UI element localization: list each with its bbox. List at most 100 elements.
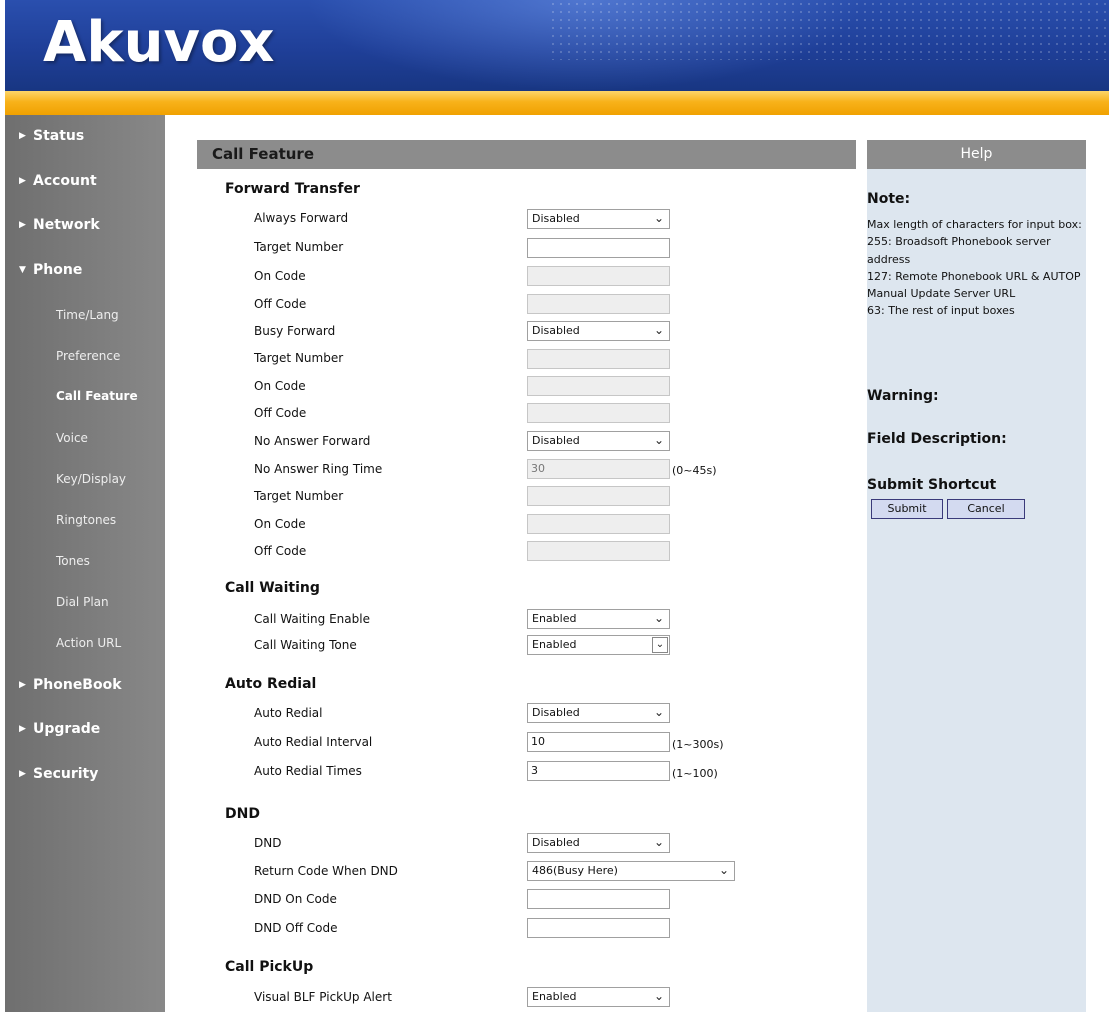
- bf-on-code-input: [527, 376, 670, 396]
- sidebar-subitem-key-display[interactable]: Key/Display: [56, 472, 126, 486]
- sidebar-item-label: Account: [33, 173, 97, 189]
- select-value: Disabled: [532, 324, 580, 337]
- select-value: Enabled: [532, 990, 577, 1003]
- auto-redial-interval-hint: (1~300s): [672, 738, 724, 751]
- sidebar-subitem-ringtones[interactable]: Ringtones: [56, 513, 116, 527]
- af-on-code-label: On Code: [254, 269, 306, 283]
- help-note-text: Max length of characters for input box: …: [867, 216, 1084, 320]
- sidebar-subitem-preference[interactable]: Preference: [56, 349, 120, 363]
- no-answer-forward-select[interactable]: Disabled ⌄: [527, 431, 670, 451]
- no-answer-ring-time-hint: (0~45s): [672, 464, 717, 477]
- sidebar-subitem-time-lang[interactable]: Time/Lang: [56, 308, 119, 322]
- section-auto-redial: Auto Redial: [225, 676, 317, 692]
- select-value: Disabled: [532, 836, 580, 849]
- af-target-number-input[interactable]: [527, 238, 670, 258]
- na-on-code-label: On Code: [254, 517, 306, 531]
- akuvox-logo: Akuvox: [43, 10, 275, 75]
- auto-redial-times-hint: (1~100): [672, 767, 718, 780]
- auto-redial-select[interactable]: Disabled ⌄: [527, 703, 670, 723]
- help-title: Help: [960, 146, 993, 162]
- select-value: Disabled: [532, 434, 580, 447]
- header-banner: Akuvox: [5, 0, 1109, 91]
- triangle-right-icon: ▶: [19, 176, 26, 186]
- busy-forward-select[interactable]: Disabled ⌄: [527, 321, 670, 341]
- no-answer-forward-label: No Answer Forward: [254, 434, 371, 448]
- dnd-off-code-label: DND Off Code: [254, 921, 338, 935]
- auto-redial-interval-label: Auto Redial Interval: [254, 735, 373, 749]
- na-target-number-label: Target Number: [254, 489, 344, 503]
- dnd-label: DND: [254, 836, 282, 850]
- always-forward-select[interactable]: Disabled ⌄: [527, 209, 670, 229]
- chevron-down-icon: ⌄: [653, 211, 664, 225]
- sidebar-item-label: Status: [33, 128, 85, 144]
- page-title: Call Feature: [212, 145, 314, 163]
- dnd-select[interactable]: Disabled ⌄: [527, 833, 670, 853]
- section-forward-transfer: Forward Transfer: [225, 181, 360, 197]
- help-field-description-heading: Field Description:: [867, 431, 1007, 447]
- sidebar-item-label: Upgrade: [33, 721, 101, 737]
- call-waiting-tone-select[interactable]: Enabled ⌄: [527, 635, 670, 655]
- sidebar: ▶ Status ▶ Account ▶ Network ▼ Phone Time/La…: [5, 115, 165, 1012]
- call-waiting-tone-label: Call Waiting Tone: [254, 638, 357, 652]
- chevron-down-icon: ⌄: [653, 611, 664, 625]
- section-call-pickup: Call PickUp: [225, 959, 314, 975]
- select-value: Enabled: [532, 638, 577, 651]
- chevron-down-icon: ⌄: [653, 323, 664, 337]
- na-on-code-input: [527, 514, 670, 534]
- triangle-right-icon: ▶: [19, 769, 26, 779]
- sidebar-subitem-call-feature[interactable]: Call Feature: [56, 389, 138, 403]
- sidebar-item-upgrade[interactable]: ▶ Upgrade: [19, 721, 100, 737]
- sidebar-item-label: Network: [33, 217, 100, 233]
- help-note-line: 127: Remote Phonebook URL & AUTOP Manual…: [867, 269, 1081, 301]
- sidebar-item-network[interactable]: ▶ Network: [19, 217, 100, 233]
- return-code-when-dnd-select[interactable]: 486(Busy Here) ⌄: [527, 861, 735, 881]
- chevron-down-icon: ⌄: [653, 835, 664, 849]
- select-value: 486(Busy Here): [532, 864, 618, 877]
- help-note-line: 63: The rest of input boxes: [867, 304, 1015, 318]
- auto-redial-interval-input[interactable]: 10: [527, 732, 670, 752]
- dnd-on-code-input[interactable]: [527, 889, 670, 909]
- triangle-right-icon: ▶: [19, 220, 26, 230]
- chevron-down-icon: ⌄: [718, 863, 729, 877]
- af-off-code-input: [527, 294, 670, 314]
- triangle-down-icon: ▼: [19, 265, 26, 275]
- visual-blf-pickup-alert-select[interactable]: Enabled ⌄: [527, 987, 670, 1007]
- help-title-bar: Help: [867, 140, 1086, 169]
- sidebar-subitem-dial-plan[interactable]: Dial Plan: [56, 595, 109, 609]
- triangle-right-icon: ▶: [19, 131, 26, 141]
- dnd-off-code-input[interactable]: [527, 918, 670, 938]
- bf-on-code-label: On Code: [254, 379, 306, 393]
- chevron-down-icon: ⌄: [653, 705, 664, 719]
- always-forward-label: Always Forward: [254, 211, 349, 225]
- call-waiting-enable-select[interactable]: Enabled ⌄: [527, 609, 670, 629]
- sidebar-item-account[interactable]: ▶ Account: [19, 173, 97, 189]
- chevron-down-icon: ⌄: [652, 637, 668, 653]
- auto-redial-times-input[interactable]: 3: [527, 761, 670, 781]
- sidebar-item-phone[interactable]: ▼ Phone: [19, 262, 82, 278]
- sidebar-item-status[interactable]: ▶ Status: [19, 128, 84, 144]
- help-note-line: Max length of characters for input box:: [867, 218, 1082, 231]
- sidebar-subitem-voice[interactable]: Voice: [56, 431, 88, 445]
- sidebar-item-label: Security: [33, 766, 99, 782]
- sidebar-item-phonebook[interactable]: ▶ PhoneBook: [19, 677, 122, 693]
- sidebar-subitem-tones[interactable]: Tones: [56, 554, 90, 568]
- help-note-heading: Note:: [867, 191, 911, 207]
- sidebar-subitem-action-url[interactable]: Action URL: [56, 636, 121, 650]
- na-target-number-input: [527, 486, 670, 506]
- cancel-button[interactable]: Cancel: [947, 499, 1025, 519]
- af-on-code-input: [527, 266, 670, 286]
- visual-blf-pickup-alert-label: Visual BLF PickUp Alert: [254, 990, 392, 1004]
- submit-button[interactable]: Submit: [871, 499, 943, 519]
- af-target-number-label: Target Number: [254, 240, 344, 254]
- no-answer-ring-time-label: No Answer Ring Time: [254, 462, 383, 476]
- bf-target-number-label: Target Number: [254, 351, 344, 365]
- auto-redial-times-label: Auto Redial Times: [254, 764, 362, 778]
- na-off-code-label: Off Code: [254, 544, 307, 558]
- sidebar-item-label: Phone: [33, 262, 83, 278]
- sidebar-item-security[interactable]: ▶ Security: [19, 766, 98, 782]
- help-note-line: 255: Broadsoft Phonebook server address: [867, 235, 1051, 266]
- select-value: Disabled: [532, 706, 580, 719]
- triangle-right-icon: ▶: [19, 724, 26, 734]
- bf-target-number-input: [527, 349, 670, 369]
- section-dnd: DND: [225, 806, 260, 822]
